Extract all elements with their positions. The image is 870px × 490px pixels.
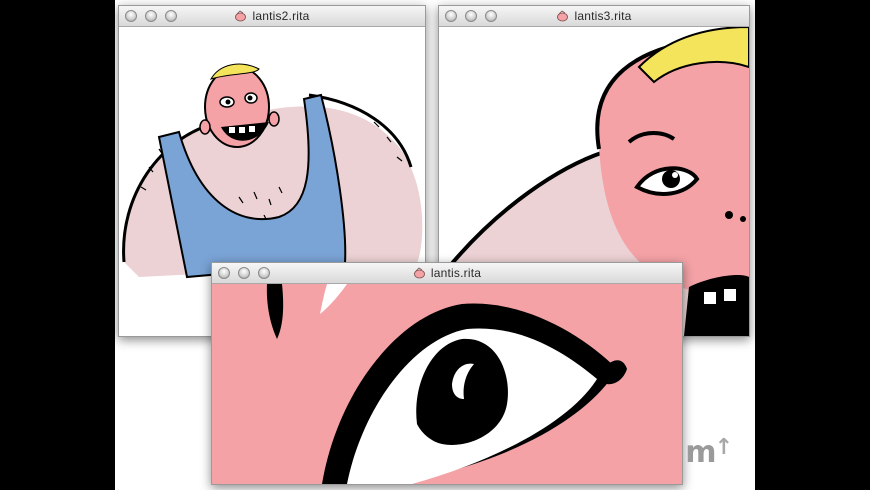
desktop-area: lantis2.rita lantis3.rita lantis.rita m↑ <box>115 0 755 490</box>
window-titlebar[interactable]: lantis3.rita <box>439 6 749 27</box>
zoom-button[interactable] <box>165 10 177 22</box>
window-titlebar[interactable]: lantis2.rita <box>119 6 425 27</box>
zoom-button[interactable] <box>485 10 497 22</box>
macupdate-logo: m↑ <box>685 435 733 470</box>
extreme-eye-closeup-drawing <box>212 284 682 484</box>
minimize-button[interactable] <box>465 10 477 22</box>
rita-document-icon <box>557 10 569 22</box>
rita-document-icon <box>235 10 247 22</box>
minimize-button[interactable] <box>145 10 157 22</box>
window-title: lantis2.rita <box>252 9 310 23</box>
minimize-button[interactable] <box>238 267 250 279</box>
close-button[interactable] <box>125 10 137 22</box>
window-title: lantis.rita <box>430 266 482 280</box>
drawing-canvas[interactable] <box>212 284 682 484</box>
close-button[interactable] <box>218 267 230 279</box>
window-titlebar[interactable]: lantis.rita <box>212 263 682 284</box>
rita-document-icon <box>413 267 425 279</box>
zoom-button[interactable] <box>258 267 270 279</box>
window-lantis[interactable]: lantis.rita <box>211 262 683 485</box>
close-button[interactable] <box>445 10 457 22</box>
up-arrow-icon: ↑ <box>714 435 733 460</box>
window-title: lantis3.rita <box>574 9 632 23</box>
